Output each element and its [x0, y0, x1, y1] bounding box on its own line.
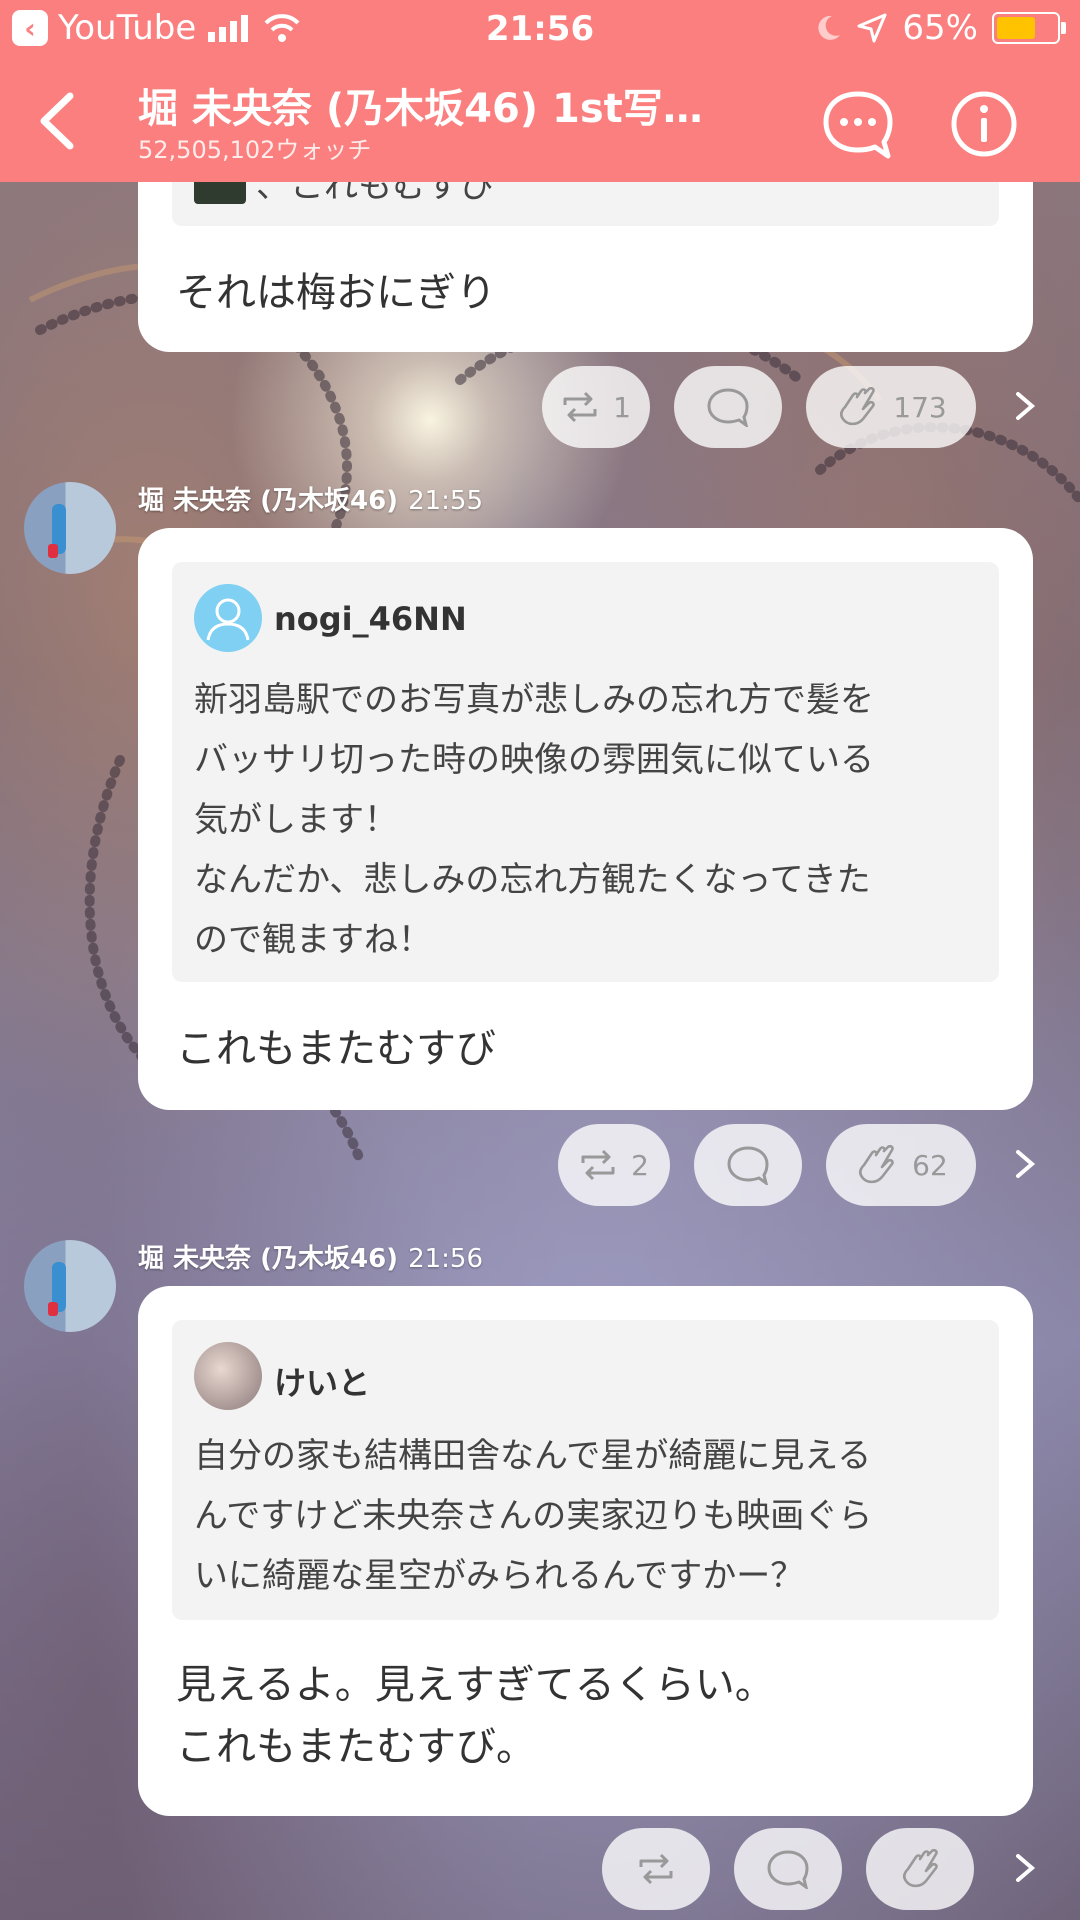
post-meta: 堀 未央奈 (乃木坂46) 21:56	[138, 1238, 483, 1275]
reply-text: 見えるよ。見えすぎてるくらい。 これもまたむすび。	[176, 1662, 775, 1770]
author-name: 堀 未央奈 (乃木坂46)	[138, 486, 399, 516]
clap-hands-icon	[859, 1145, 894, 1184]
post-time: 21:56	[408, 1244, 483, 1274]
status-right: 65%	[814, 8, 1066, 48]
quote-username: けいと	[274, 1364, 371, 1402]
comment-icon	[707, 388, 749, 427]
message-card[interactable]: nogi_46NN 新羽島駅でのお写真が悲しみの忘れ方で髪を バッサリ切った時の…	[138, 528, 1033, 1110]
post-meta: 堀 未央奈 (乃木坂46) 21:55	[138, 480, 483, 517]
chevron-right-icon[interactable]	[1010, 1144, 1040, 1184]
battery-percent: 65%	[902, 8, 978, 48]
quote-text: 新羽島駅でのお写真が悲しみの忘れ方で髪を バッサリ切った時の映像の雰囲気に似てい…	[194, 680, 874, 960]
comment-icon	[767, 1850, 809, 1889]
chevron-right-icon[interactable]	[1010, 386, 1040, 426]
repost-button[interactable]: 2	[558, 1124, 670, 1206]
reply-text: それは梅おにぎり	[176, 270, 496, 316]
user-avatar-photo	[194, 1342, 262, 1410]
battery-icon	[992, 12, 1066, 44]
repost-icon	[581, 1149, 615, 1181]
comment-button[interactable]	[694, 1124, 802, 1206]
message-card[interactable]: けいと 自分の家も結構田舎なんで星が綺麗に見える んですけど未央奈さんの実家辺り…	[138, 1286, 1033, 1816]
battery-fill	[997, 17, 1035, 39]
clap-button[interactable]	[866, 1828, 974, 1910]
repost-button[interactable]	[602, 1828, 710, 1910]
info-icon[interactable]	[946, 86, 1022, 162]
clap-button[interactable]: 173	[806, 366, 976, 448]
clap-button[interactable]: 62	[826, 1124, 976, 1206]
comment-icon	[727, 1146, 769, 1185]
repost-count: 1	[613, 390, 631, 424]
watch-count: 52,505,102ウォッチ	[138, 136, 372, 164]
author-avatar[interactable]	[24, 482, 116, 574]
comment-bubble-icon[interactable]	[820, 86, 896, 162]
comment-button[interactable]	[674, 366, 782, 448]
page-title: 堀 未央奈 (乃木坂46) 1st写…	[138, 86, 703, 132]
status-bar: ‹ YouTube 21:56 65%	[0, 0, 1080, 60]
location-icon	[857, 13, 887, 43]
clap-count: 173	[893, 390, 947, 424]
clap-count: 62	[912, 1148, 948, 1182]
moon-icon	[818, 15, 841, 40]
quote-box: nogi_46NN 新羽島駅でのお写真が悲しみの忘れ方で髪を バッサリ切った時の…	[172, 562, 999, 982]
repost-count: 2	[631, 1148, 649, 1182]
quote-text: 自分の家も結構田舎なんで星が綺麗に見える んですけど未央奈さんの実家辺りも映画ぐ…	[194, 1436, 873, 1596]
app-header: ‹ YouTube 21:56 65% 堀 未央奈 (乃木坂46) 1st写… …	[0, 0, 1080, 182]
back-arrow-icon[interactable]	[28, 86, 88, 156]
repost-icon	[639, 1853, 673, 1885]
clap-hands-icon	[840, 387, 876, 426]
repost-icon	[563, 391, 597, 423]
chevron-right-icon[interactable]	[1010, 1848, 1040, 1888]
clap-hands-icon	[902, 1849, 938, 1888]
user-icon	[194, 584, 262, 652]
reply-text: これもまたむすび	[176, 1026, 496, 1072]
quote-username: nogi_46NN	[274, 600, 467, 638]
author-avatar[interactable]	[24, 1240, 116, 1332]
quote-box: けいと 自分の家も結構田舎なんで星が綺麗に見える んですけど未央奈さんの実家辺り…	[172, 1320, 999, 1620]
author-name: 堀 未央奈 (乃木坂46)	[138, 1244, 399, 1274]
comment-button[interactable]	[734, 1828, 842, 1910]
repost-button[interactable]: 1	[542, 366, 650, 448]
post-time: 21:55	[408, 486, 483, 516]
